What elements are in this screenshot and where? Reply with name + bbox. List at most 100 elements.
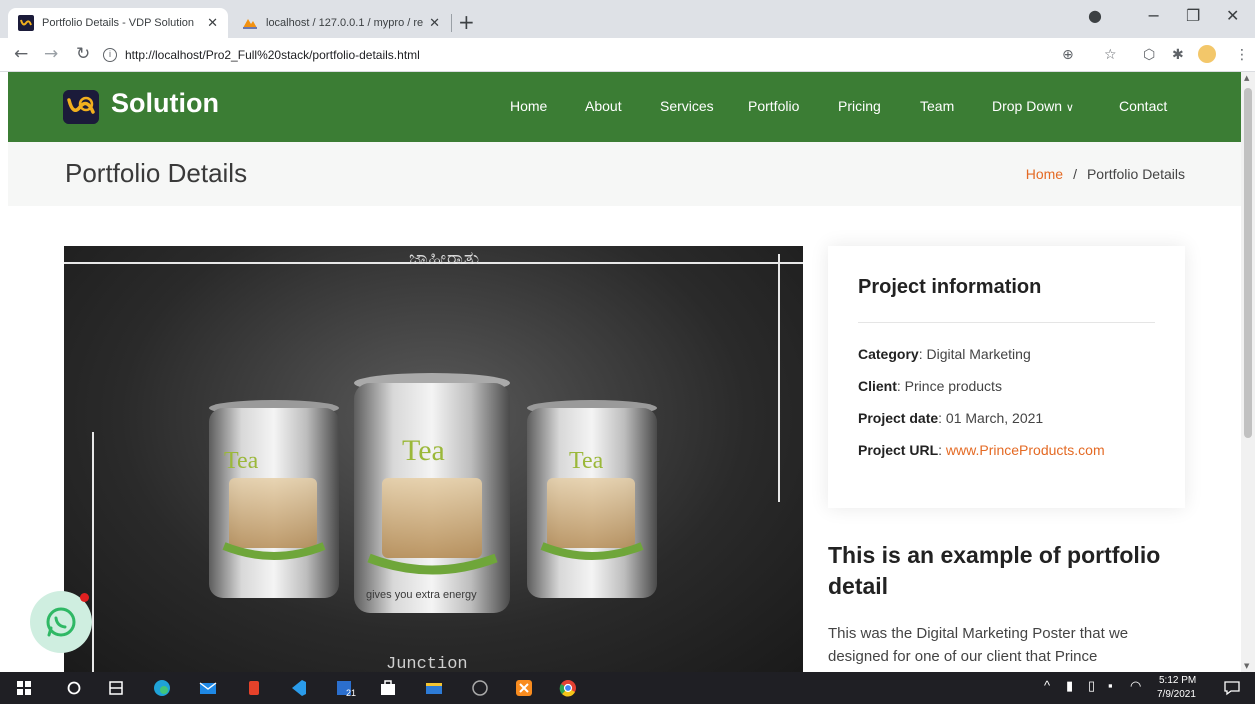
new-tab-button[interactable]: + bbox=[458, 10, 475, 34]
client-value: Prince products bbox=[904, 378, 1002, 394]
zoom-icon[interactable]: ⊕ bbox=[1062, 47, 1074, 63]
chrome-icon[interactable] bbox=[558, 678, 578, 698]
can-label-left: Tea bbox=[224, 448, 259, 474]
clock-date[interactable]: 7/9/2021 bbox=[1157, 689, 1196, 700]
tea-can-left: Tea bbox=[209, 400, 339, 598]
breadcrumb: Home / Portfolio Details bbox=[1026, 166, 1185, 182]
phpmyadmin-favicon-icon bbox=[243, 19, 257, 29]
browser-tabstrip: Portfolio Details - VDP Solution ✕ local… bbox=[0, 0, 1255, 38]
category-value: Digital Marketing bbox=[926, 346, 1031, 362]
client-row: Client: Prince products bbox=[858, 378, 1002, 394]
nav-home[interactable]: Home bbox=[510, 98, 547, 114]
nav-services[interactable]: Services bbox=[660, 98, 714, 114]
tea-can-center: Tea gives you extra energy bbox=[354, 373, 510, 613]
client-label: Client bbox=[858, 378, 897, 394]
can-label-center: Tea bbox=[402, 434, 445, 467]
mail-icon[interactable] bbox=[198, 678, 218, 698]
file-explorer-icon[interactable] bbox=[424, 678, 444, 698]
date-label: Project date bbox=[858, 410, 939, 426]
nav-dropdown[interactable]: Drop Down ∨ bbox=[992, 98, 1074, 114]
date-row: Project date: 01 March, 2021 bbox=[858, 410, 1044, 426]
notifications-icon[interactable] bbox=[1222, 678, 1242, 698]
back-icon[interactable]: ← bbox=[14, 44, 28, 64]
project-info-card: Project information Category: Digital Ma… bbox=[828, 246, 1185, 508]
windows-start-icon[interactable] bbox=[14, 678, 34, 698]
extensions-puzzle-icon[interactable]: ✱ bbox=[1172, 47, 1184, 63]
profile-avatar[interactable] bbox=[1198, 45, 1216, 63]
vdp-favicon-icon bbox=[18, 15, 34, 31]
tray-battery-icon[interactable]: ▯ bbox=[1088, 678, 1095, 694]
edge-icon[interactable] bbox=[152, 678, 172, 698]
tea-cans-illustration: Tea Tea Tea gives you extra energy bbox=[209, 373, 657, 613]
forward-icon[interactable]: → bbox=[44, 44, 58, 64]
chevron-down-icon: ∨ bbox=[1065, 102, 1074, 114]
project-info-heading: Project information bbox=[858, 276, 1042, 298]
site-info-icon[interactable]: i bbox=[103, 48, 117, 62]
tray-wifi-icon[interactable]: ◠ bbox=[1130, 678, 1141, 694]
logo-text[interactable]: Solution bbox=[111, 88, 219, 119]
breadcrumb-home-link[interactable]: Home bbox=[1026, 166, 1063, 182]
task-view-icon[interactable] bbox=[106, 678, 126, 698]
tab-portfolio-details[interactable]: Portfolio Details - VDP Solution ✕ bbox=[8, 8, 228, 38]
extension-shield-icon[interactable]: ⬡ bbox=[1143, 47, 1155, 63]
nav-contact[interactable]: Contact bbox=[1119, 98, 1167, 114]
tab-title: localhost / 127.0.0.1 / mypro / re bbox=[266, 17, 424, 29]
menu-kebab-icon[interactable]: ⋮ bbox=[1235, 47, 1249, 63]
scrollbar-thumb[interactable] bbox=[1244, 88, 1252, 438]
nav-about[interactable]: About bbox=[585, 98, 622, 114]
tray-mic-icon[interactable]: ▮ bbox=[1066, 678, 1073, 694]
tab-close-icon[interactable]: ✕ bbox=[207, 15, 218, 31]
minimize-button[interactable]: − bbox=[1147, 6, 1160, 25]
tray-chevron-up-icon[interactable]: ^ bbox=[1044, 678, 1050, 693]
divider bbox=[858, 322, 1155, 323]
nav-team[interactable]: Team bbox=[920, 98, 954, 114]
category-row: Category: Digital Marketing bbox=[858, 346, 1031, 362]
description-title: This is an example of portfolio detail bbox=[828, 542, 1161, 599]
scroll-up-icon[interactable]: ▲ bbox=[1244, 74, 1249, 82]
clock-time[interactable]: 5:12 PM bbox=[1159, 675, 1196, 686]
nav-portfolio[interactable]: Portfolio bbox=[748, 98, 799, 114]
tray-device-icon[interactable]: ▪ bbox=[1108, 678, 1113, 693]
site-header: Solution Home About Services Portfolio P… bbox=[8, 72, 1241, 142]
date-value: 01 March, 2021 bbox=[945, 410, 1044, 426]
whatsapp-button[interactable] bbox=[30, 591, 92, 653]
category-label: Category bbox=[858, 346, 919, 362]
page-title: Portfolio Details bbox=[65, 158, 248, 188]
url-field[interactable]: i http://localhost/Pro2_Full%20stack/por… bbox=[103, 42, 1183, 68]
xampp-icon[interactable] bbox=[514, 678, 534, 698]
portfolio-image: ಜಾಹೀರಾತು Tea Tea Tea gives you extra ene… bbox=[64, 246, 803, 672]
address-bar: ← → ↻ i http://localhost/Pro2_Full%20sta… bbox=[0, 38, 1255, 72]
can-tagline: gives you extra energy bbox=[366, 589, 477, 601]
breadcrumb-separator: / bbox=[1073, 166, 1077, 182]
nav-pricing[interactable]: Pricing bbox=[838, 98, 881, 114]
reload-icon[interactable]: ↻ bbox=[76, 44, 90, 64]
tab-title: Portfolio Details - VDP Solution bbox=[42, 17, 195, 29]
nav-dropdown-label: Drop Down bbox=[992, 98, 1063, 114]
notification-dot bbox=[80, 593, 89, 602]
url-label: Project URL bbox=[858, 442, 939, 458]
profile-dot-icon[interactable]: ● bbox=[1088, 6, 1102, 25]
bookmark-star-icon[interactable]: ☆ bbox=[1104, 47, 1117, 63]
restore-button[interactable]: ❐ bbox=[1186, 6, 1200, 25]
vscode-icon[interactable] bbox=[288, 678, 308, 698]
taskbar-badge: 21 bbox=[346, 688, 357, 698]
breadcrumb-current: Portfolio Details bbox=[1086, 166, 1185, 182]
store-icon[interactable] bbox=[378, 678, 398, 698]
description-text: This was the Digital Marketing Poster th… bbox=[828, 625, 1129, 665]
tab-phpmyadmin[interactable]: localhost / 127.0.0.1 / mypro / re ✕ bbox=[232, 8, 450, 38]
scroll-down-icon[interactable]: ▼ bbox=[1244, 662, 1249, 670]
office-icon[interactable] bbox=[244, 678, 264, 698]
url-row: Project URL: www.PrinceProducts.com bbox=[858, 442, 1105, 458]
tab-close-icon[interactable]: ✕ bbox=[429, 15, 440, 31]
media-app-icon[interactable] bbox=[470, 678, 490, 698]
vdp-logo-icon[interactable] bbox=[63, 90, 99, 124]
search-icon[interactable] bbox=[64, 678, 84, 698]
page-scrollbar[interactable]: ▲ ▼ bbox=[1241, 72, 1255, 672]
tab-separator bbox=[451, 14, 452, 32]
project-url-link[interactable]: www.PrinceProducts.com bbox=[946, 442, 1105, 458]
taskbar: 21 ^ ▮ ▯ ▪ ◠ 5:12 PM 7/9/2021 bbox=[0, 672, 1255, 704]
close-window-button[interactable]: ✕ bbox=[1226, 6, 1239, 25]
can-label-right: Tea bbox=[569, 448, 604, 474]
url-text: http://localhost/Pro2_Full%20stack/portf… bbox=[125, 48, 420, 62]
breadcrumb-section: Portfolio Details Home / Portfolio Details bbox=[8, 142, 1241, 206]
